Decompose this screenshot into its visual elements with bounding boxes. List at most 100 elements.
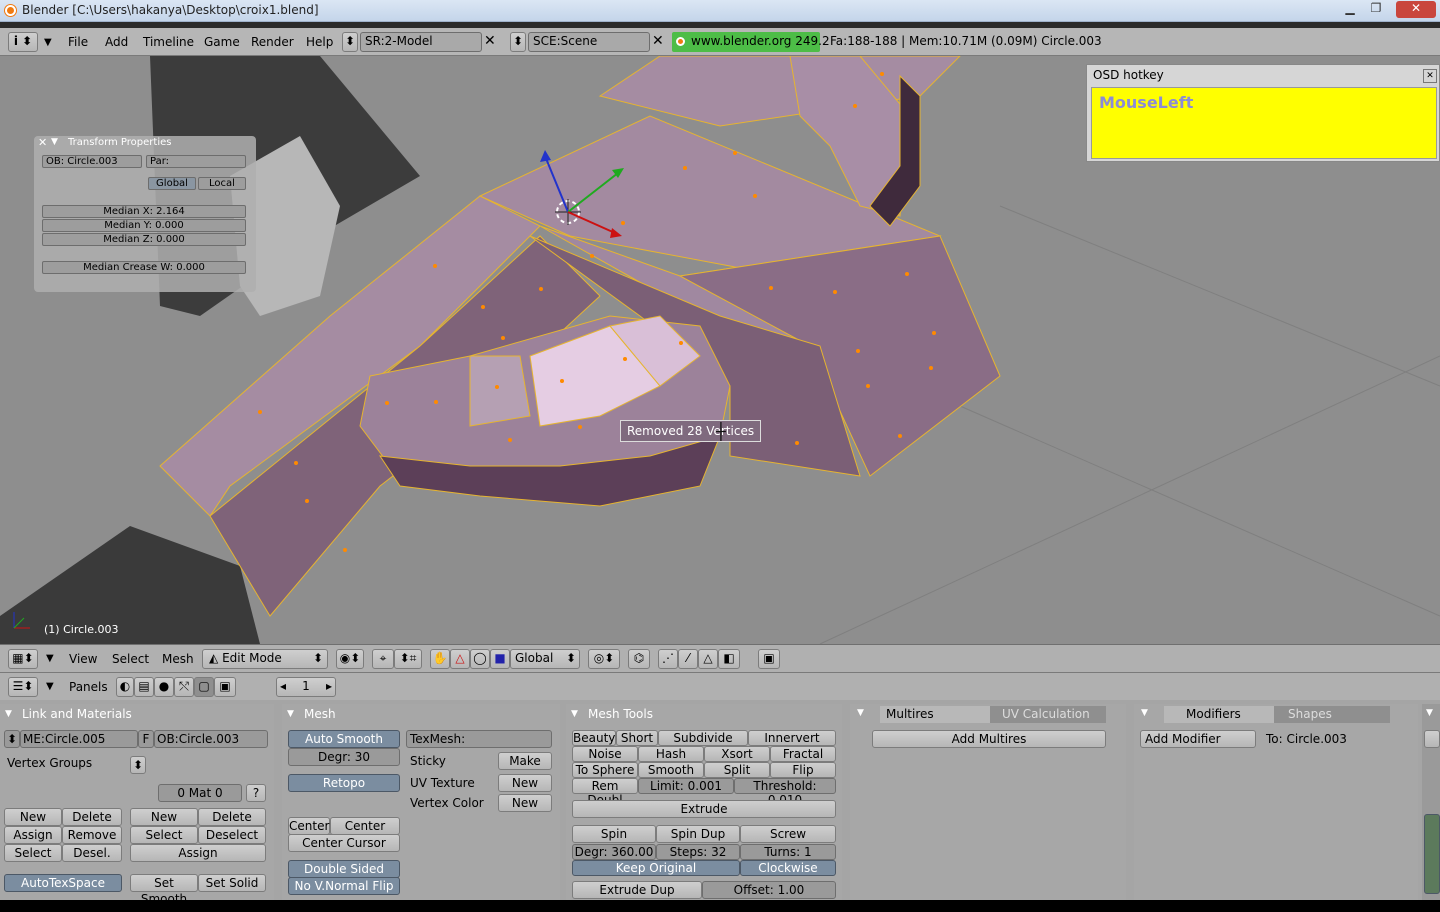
script-context-icon[interactable]: ▤ — [134, 677, 154, 697]
median-crease-field[interactable]: Median Crease W: 0.000 — [42, 261, 246, 274]
osd-close-icon[interactable]: ✕ — [1423, 69, 1437, 83]
collapse-triangle-icon[interactable]: ▼ — [44, 37, 52, 48]
sticky-make-button[interactable]: Make — [498, 752, 552, 770]
mesh-browse-button[interactable]: ⬍ — [4, 730, 20, 748]
menu-game[interactable]: Game — [204, 35, 240, 49]
proportional-edit-icon[interactable]: ◎⬍ — [588, 649, 620, 669]
hash-button[interactable]: Hash — [638, 746, 704, 762]
mesh-name-field[interactable]: ME:Circle.005 — [20, 730, 138, 748]
scale-manipulator-icon[interactable]: ■ — [490, 649, 510, 669]
add-modifier-button[interactable]: Add Modifier — [1140, 730, 1256, 748]
partial-button-1[interactable] — [1424, 730, 1440, 748]
tab-modifiers[interactable]: Modifiers — [1164, 706, 1274, 723]
short-toggle[interactable]: Short — [616, 730, 658, 746]
extrude-button[interactable]: Extrude — [572, 800, 836, 818]
scene-browse-button[interactable]: ⬍ — [510, 32, 526, 52]
screen-browse-button[interactable]: ⬍ — [342, 32, 358, 52]
noise-button[interactable]: Noise — [572, 746, 638, 762]
texmesh-field[interactable]: TexMesh: — [406, 730, 552, 748]
material-new-button[interactable]: New — [130, 808, 198, 826]
close-window-button[interactable]: ✕ — [1396, 1, 1436, 18]
menu-add[interactable]: Add — [105, 35, 128, 49]
manipulator-hand-icon[interactable]: ✋ — [430, 649, 450, 669]
panel-collapse-icon-6[interactable]: ▼ — [1426, 708, 1433, 718]
editing-context-icon[interactable]: ▢ — [194, 677, 214, 697]
panel-collapse-icon-4[interactable]: ▼ — [857, 708, 864, 718]
median-x-field[interactable]: Median X: 2.164 — [42, 205, 246, 218]
panel-close-icon[interactable]: ✕ — [38, 136, 47, 149]
smooth-button[interactable]: Smooth — [638, 762, 704, 778]
extrude-dup-button[interactable]: Extrude Dup — [572, 881, 702, 899]
mode-select[interactable]: ◭ Edit Mode ⬍ — [202, 649, 328, 669]
limit-field[interactable]: Limit: 0.001 — [638, 778, 734, 794]
autotexspace-toggle[interactable]: AutoTexSpace — [4, 874, 122, 892]
editor-type-info-button[interactable]: i ⬍ — [8, 32, 38, 52]
beauty-toggle[interactable]: Beauty — [572, 730, 616, 746]
menu-view[interactable]: View — [69, 652, 97, 666]
vertex-group-browse-button[interactable]: ⬍ — [130, 756, 146, 774]
auto-smooth-toggle[interactable]: Auto Smooth — [288, 730, 400, 748]
panel-collapse-icon-1[interactable]: ▼ — [5, 709, 12, 719]
tab-shapes[interactable]: Shapes — [1274, 706, 1390, 723]
no-vnormal-flip-toggle[interactable]: No V.Normal Flip — [288, 877, 400, 895]
vgroup-delete-button[interactable]: Delete — [62, 808, 122, 826]
vgroup-assign-button[interactable]: Assign — [4, 826, 62, 844]
delete-scene-icon[interactable]: ✕ — [652, 33, 664, 49]
to-sphere-button[interactable]: To Sphere — [572, 762, 638, 778]
panel-collapse-icon[interactable]: ▼ — [51, 137, 58, 147]
menu-render[interactable]: Render — [251, 35, 294, 49]
mesh-tools-title[interactable]: Mesh Tools — [566, 704, 842, 724]
set-solid-button[interactable]: Set Solid — [198, 874, 266, 892]
rotate-manipulator-icon[interactable]: ◯ — [470, 649, 490, 669]
retopo-toggle[interactable]: Retopo — [288, 774, 400, 792]
menu-panels[interactable]: Panels — [69, 680, 108, 694]
innervert-select[interactable]: Innervert — [748, 730, 836, 746]
object-name-field[interactable]: OB: Circle.003 — [42, 155, 142, 168]
center-cursor-button[interactable]: Center Cursor — [288, 834, 400, 852]
subdivide-button[interactable]: Subdivide — [658, 730, 748, 746]
flip-normal-button[interactable]: Flip Normal — [770, 762, 836, 791]
frame-field[interactable]: ◂ 1 ▸ — [276, 677, 336, 697]
link-materials-title[interactable]: Link and Materials — [0, 704, 274, 724]
translate-manipulator-icon[interactable]: △ — [450, 649, 470, 669]
mesh-panel-title[interactable]: Mesh — [282, 704, 560, 724]
collapse-triangle-icon-2[interactable]: ▼ — [46, 653, 54, 664]
global-toggle[interactable]: Global — [148, 177, 196, 190]
parent-field[interactable]: Par: — [146, 155, 246, 168]
smooth-degree-field[interactable]: Degr: 30 — [288, 748, 400, 766]
3d-viewport[interactable]: ✕ ▼ Transform Properties OB: Circle.003 … — [0, 56, 1440, 644]
steps-field[interactable]: Steps: 32 — [656, 844, 740, 860]
logic-context-icon[interactable]: ◐ — [116, 677, 134, 697]
local-toggle[interactable]: Local — [198, 177, 246, 190]
material-help-button[interactable]: ? — [246, 784, 266, 802]
menu-file[interactable]: File — [68, 35, 88, 49]
screw-button[interactable]: Screw — [740, 825, 836, 843]
draw-type-button[interactable]: ◉⬍ — [336, 649, 364, 669]
spin-degree-field[interactable]: Degr: 360.00 — [572, 844, 656, 860]
editor-type-buttons-button[interactable]: ☰⬍ — [8, 677, 38, 697]
tab-uv-calculation[interactable]: UV Calculation — [990, 706, 1106, 723]
center-button[interactable]: Center — [288, 817, 330, 835]
spin-button[interactable]: Spin — [572, 825, 656, 843]
threshold-field[interactable]: Threshold: 0.010 — [734, 778, 836, 807]
orientation-select[interactable]: Global ⬍ — [510, 649, 580, 669]
double-sided-toggle[interactable]: Double Sided — [288, 860, 400, 878]
clockwise-toggle[interactable]: Clockwise — [740, 860, 836, 876]
median-z-field[interactable]: Median Z: 0.000 — [42, 233, 246, 246]
pivot-button[interactable]: ⌖ — [372, 649, 394, 669]
material-delete-button[interactable]: Delete — [198, 808, 266, 826]
screen-field[interactable]: SR:2-Model — [360, 32, 482, 52]
snap-icon[interactable]: ⌬ — [628, 649, 650, 669]
pivot-dropdown-icon[interactable]: ⬍⌗ — [394, 649, 422, 669]
face-select-icon[interactable]: △ — [698, 649, 718, 669]
material-deselect-button[interactable]: Deselect — [198, 826, 266, 844]
maximize-button[interactable]: ❐ — [1362, 1, 1390, 18]
split-button[interactable]: Split — [704, 762, 770, 778]
shading-context-icon[interactable]: ● — [154, 677, 174, 697]
fake-user-button[interactable]: F — [138, 730, 154, 748]
menu-select[interactable]: Select — [112, 652, 149, 666]
uv-texture-new-button[interactable]: New — [498, 774, 552, 792]
median-y-field[interactable]: Median Y: 0.000 — [42, 219, 246, 232]
scene-context-icon[interactable]: ▣ — [214, 677, 236, 697]
material-assign-button[interactable]: Assign — [130, 844, 266, 862]
